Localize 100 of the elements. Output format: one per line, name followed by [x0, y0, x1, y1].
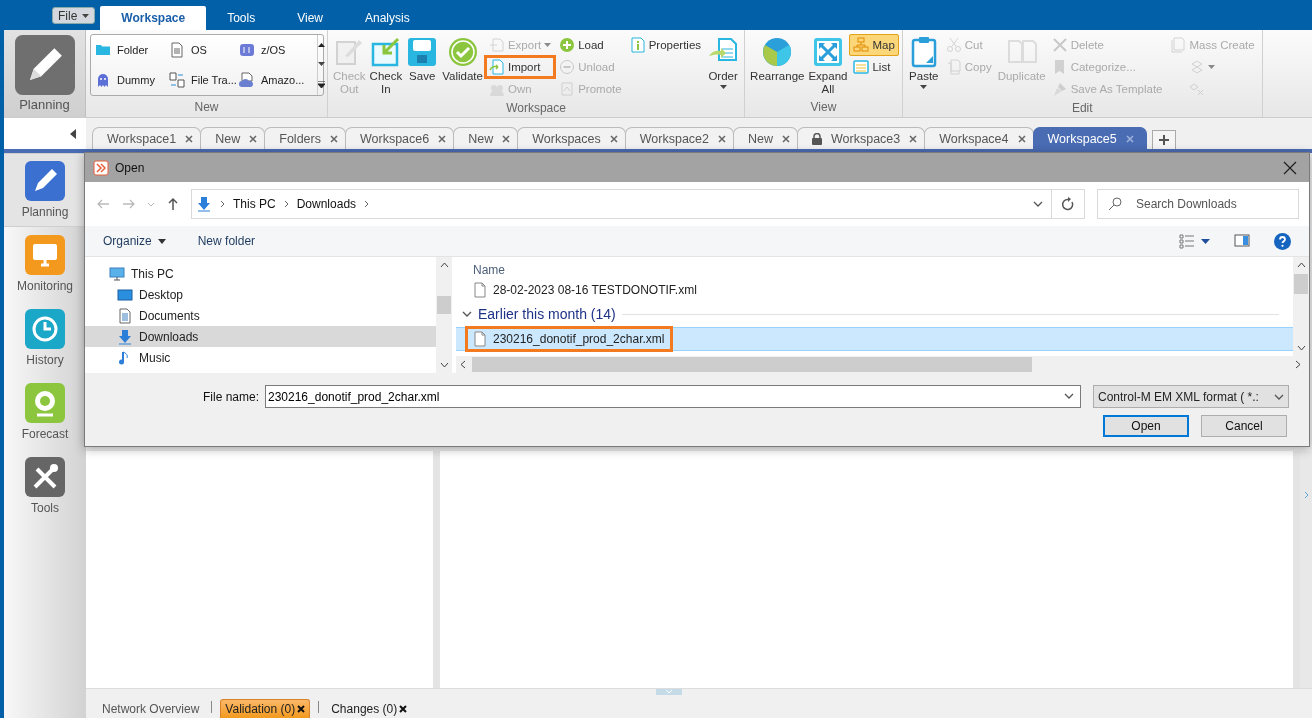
- ribbon-tab[interactable]: Workspace: [100, 6, 207, 30]
- tab-label: Network Overview: [102, 702, 200, 716]
- collapse-arrow-icon[interactable]: [70, 128, 76, 139]
- bottom-tab[interactable]: Changes (0): [327, 700, 412, 718]
- close-icon[interactable]: [297, 705, 306, 713]
- tree-item[interactable]: Downloads: [85, 326, 436, 347]
- caret-icon[interactable]: [1201, 238, 1210, 244]
- address-bar[interactable]: This PC Downloads: [191, 189, 1052, 219]
- file-menu-button[interactable]: File: [52, 7, 96, 24]
- scroll-up-icon[interactable]: [318, 42, 325, 47]
- document-tab[interactable]: Workspace5: [1032, 127, 1147, 149]
- bottom-tab[interactable]: Validation (0): [220, 699, 311, 718]
- search-field[interactable]: Search Downloads: [1097, 189, 1299, 219]
- breadcrumb-item[interactable]: This PC: [233, 197, 276, 211]
- ribbon-tab[interactable]: View: [276, 6, 344, 30]
- file-item[interactable]: 230216_donotif_prod_2char.xml: [468, 329, 671, 349]
- document-tab[interactable]: Workspace3: [797, 127, 926, 149]
- scroll-right-icon[interactable]: [1295, 360, 1301, 369]
- gallery-item[interactable]: Folder: [95, 35, 169, 65]
- ribbon-button[interactable]: Import: [484, 56, 556, 78]
- tree-item[interactable]: This PC: [85, 263, 436, 284]
- column-header[interactable]: Name: [456, 261, 523, 279]
- chevron-right-icon[interactable]: [220, 200, 225, 208]
- tree-label: This PC: [131, 266, 174, 281]
- scroll-up-icon[interactable]: [1296, 262, 1306, 268]
- view-options-icon[interactable]: [1179, 233, 1195, 249]
- bottom-tab[interactable]: Network Overview: [98, 700, 204, 718]
- document-tab[interactable]: Workspace1: [92, 127, 202, 149]
- scrollbar-thumb[interactable]: [1294, 274, 1308, 294]
- splitter-handle-icon[interactable]: [656, 689, 682, 695]
- sidebar-item[interactable]: History: [4, 301, 86, 375]
- file-name-field[interactable]: 230216_donotif_prod_2char.xml: [265, 385, 1081, 408]
- ribbon-button[interactable]: Validate: [440, 34, 485, 85]
- tree-item[interactable]: Desktop: [85, 284, 436, 305]
- document-tab[interactable]: Workspaces: [517, 127, 626, 149]
- breadcrumb-item[interactable]: Downloads: [296, 197, 357, 211]
- chevron-right-icon[interactable]: [283, 200, 289, 208]
- chevron-down-icon[interactable]: [462, 311, 472, 317]
- ribbon-tab[interactable]: Analysis: [343, 6, 431, 30]
- ribbon-button[interactable]: Check In: [367, 34, 405, 98]
- scrollbar-thumb[interactable]: [472, 357, 1032, 372]
- tree-item[interactable]: Documents: [85, 305, 436, 326]
- planning-button[interactable]: Planning: [4, 30, 86, 117]
- refresh-button[interactable]: [1051, 189, 1085, 219]
- file-type-dropdown[interactable]: Control-M EM XML format ( *.:: [1093, 385, 1289, 408]
- sidebar-item[interactable]: Tools: [4, 449, 86, 523]
- group-label: New: [193, 99, 220, 116]
- file-item[interactable]: 28-02-2023 08-16 TESTDONOTIF.xml: [468, 280, 703, 300]
- gallery-item[interactable]: Amazo...: [239, 65, 313, 95]
- chevron-down-icon[interactable]: [1033, 201, 1043, 207]
- organize-button[interactable]: Organize: [97, 231, 172, 251]
- help-icon[interactable]: [1274, 232, 1291, 250]
- ribbon-button[interactable]: Paste: [905, 34, 942, 91]
- file-row[interactable]: 28-02-2023 08-16 TESTDONOTIF.xml: [456, 279, 1293, 301]
- document-tab[interactable]: Workspace6: [344, 127, 455, 149]
- scroll-up-icon[interactable]: [439, 262, 449, 268]
- ribbon-button[interactable]: Map: [849, 34, 899, 56]
- ribbon-button[interactable]: Rearrange: [748, 34, 807, 85]
- ghost-icon: [95, 72, 111, 88]
- scroll-down-icon[interactable]: [439, 362, 449, 368]
- close-icon[interactable]: [1283, 160, 1297, 175]
- group-header[interactable]: Earlier this month (14): [478, 306, 616, 322]
- gallery-item[interactable]: OS: [169, 35, 239, 65]
- chevron-down-icon[interactable]: [1064, 393, 1074, 399]
- new-tab-button[interactable]: [1151, 130, 1176, 149]
- scrollbar-thumb[interactable]: [437, 296, 451, 314]
- gallery-more-icon[interactable]: [318, 80, 325, 88]
- caret-icon[interactable]: [318, 61, 325, 66]
- chevron-down-icon: [1274, 393, 1284, 400]
- gallery-item[interactable]: File Tra...: [169, 65, 239, 95]
- ribbon-button[interactable]: List: [849, 56, 899, 78]
- ribbon-button[interactable]: Expand All: [806, 34, 850, 98]
- gallery-item[interactable]: z/OS: [239, 35, 313, 65]
- sidebar-item[interactable]: Planning: [4, 153, 86, 227]
- document-tab[interactable]: Workspace2: [624, 127, 734, 149]
- new-folder-button[interactable]: New folder: [191, 231, 262, 251]
- preview-pane-icon[interactable]: [1234, 233, 1250, 249]
- tree-item[interactable]: Music: [85, 347, 436, 368]
- gallery-item[interactable]: Dummy: [95, 65, 169, 95]
- dialog-button[interactable]: Cancel: [1201, 415, 1287, 437]
- ribbon-button[interactable]: Order: [705, 34, 742, 91]
- ribbon-button[interactable]: Save: [404, 34, 441, 85]
- scroll-left-icon[interactable]: [460, 360, 466, 369]
- tab-label: Workspace1: [107, 131, 177, 146]
- tab-label: New: [215, 131, 241, 146]
- sidebar-item[interactable]: Forecast: [4, 375, 86, 449]
- document-tab[interactable]: Workspace4: [924, 127, 1034, 149]
- computer-icon: [109, 265, 125, 282]
- close-icon[interactable]: [399, 705, 408, 713]
- ribbon-tab[interactable]: Tools: [206, 6, 277, 30]
- rounded-square-icon: [239, 42, 255, 58]
- monitor-icon: [25, 235, 65, 275]
- scroll-down-icon[interactable]: [1296, 345, 1306, 351]
- chevron-right-icon[interactable]: [364, 200, 370, 208]
- ribbon-button[interactable]: Load: [555, 34, 626, 56]
- sidebar-item[interactable]: Monitoring: [4, 227, 86, 301]
- dialog-button[interactable]: Open: [1103, 415, 1189, 437]
- info-document-icon: [629, 37, 646, 53]
- file-row[interactable]: 230216_donotif_prod_2char.xml: [456, 327, 1293, 351]
- ribbon-button[interactable]: Properties: [625, 34, 706, 56]
